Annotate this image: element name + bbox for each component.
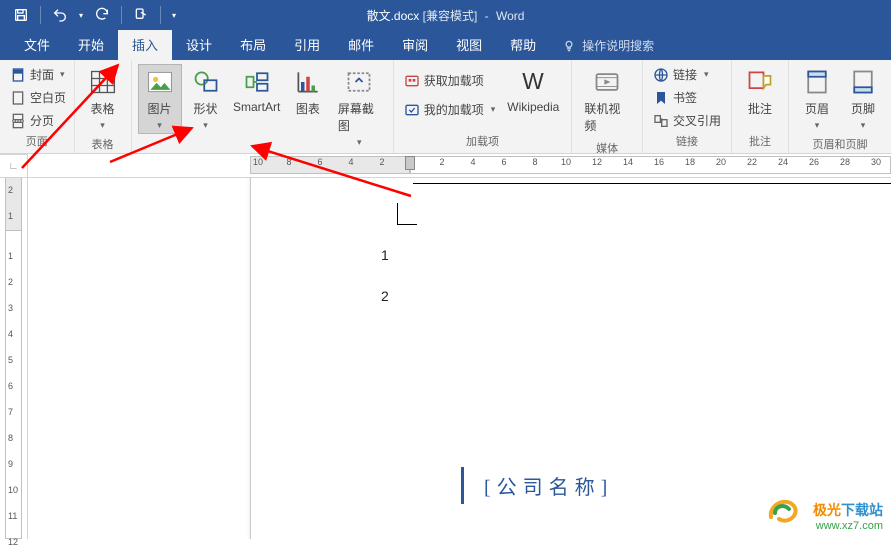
undo-dropdown[interactable]: ▾ <box>75 2 87 28</box>
get-addins-button[interactable]: 获取加载项 <box>400 70 500 91</box>
document-canvas[interactable]: 1 2 [公司名称] <box>28 178 891 539</box>
table-button[interactable]: 表格 ▾ <box>81 64 125 134</box>
group-label-comments: 批注 <box>738 131 782 151</box>
group-label-links: 链接 <box>649 131 725 151</box>
my-addins-button[interactable]: 我的加载项▾ <box>400 99 500 120</box>
wikipedia-button[interactable]: W Wikipedia <box>501 64 565 118</box>
doc-text-2: 2 <box>381 288 389 304</box>
vertical-ruler[interactable]: 21123456789101112 <box>0 178 28 539</box>
smartart-button[interactable]: SmartArt <box>230 64 284 118</box>
tab-references[interactable]: 引用 <box>280 29 334 60</box>
ruler-indent-marker[interactable] <box>405 156 415 170</box>
cover-page-button[interactable]: 封面▾ <box>6 64 70 85</box>
shapes-button[interactable]: 形状 ▾ <box>184 64 228 134</box>
page-break-button[interactable]: 分页 <box>6 110 70 131</box>
text-cursor <box>397 203 417 225</box>
cross-reference-button[interactable]: 交叉引用 <box>649 110 725 131</box>
tab-view[interactable]: 视图 <box>442 29 496 60</box>
page: 1 2 [公司名称] <box>250 178 891 539</box>
comment-button[interactable]: 批注 <box>738 64 782 121</box>
window-title: 散文.docx [兼容模式] - Word <box>367 7 525 24</box>
watermark: 极光下载站 www.xz7.com <box>813 501 883 533</box>
tab-layout[interactable]: 布局 <box>226 29 280 60</box>
link-button[interactable]: 链接▾ <box>649 64 725 85</box>
tab-mailings[interactable]: 邮件 <box>334 29 388 60</box>
svg-text:W: W <box>523 68 545 94</box>
chart-button[interactable]: 图表 <box>286 64 330 121</box>
footer-button[interactable]: 页脚 ▾ <box>841 64 885 134</box>
tab-home[interactable]: 开始 <box>64 29 118 60</box>
horizontal-ruler[interactable]: 10864224681012141618202224262830 <box>250 154 891 177</box>
save-button[interactable] <box>8 2 34 28</box>
tell-me-search[interactable]: 操作说明搜索 <box>550 31 666 60</box>
touch-mouse-mode-button[interactable] <box>128 2 154 28</box>
group-label-addins: 加载项 <box>400 131 566 151</box>
watermark-swirl-icon <box>767 495 801 525</box>
tab-file[interactable]: 文件 <box>10 29 64 60</box>
blank-page-button[interactable]: 空白页 <box>6 87 70 108</box>
tab-insert[interactable]: 插入 <box>118 29 172 60</box>
screenshot-button[interactable]: 屏幕截图 ▾ <box>332 64 387 151</box>
header-rule <box>413 183 891 184</box>
online-video-button[interactable]: 联机视频 <box>578 64 636 138</box>
group-label-headerfooter: 页眉和页脚 <box>795 134 885 154</box>
header-button[interactable]: 页眉 ▾ <box>795 64 839 134</box>
tab-review[interactable]: 审阅 <box>388 29 442 60</box>
pictures-button[interactable]: 图片 ▾ <box>138 64 182 134</box>
tab-design[interactable]: 设计 <box>172 29 226 60</box>
company-placeholder[interactable]: [公司名称] <box>461 467 633 504</box>
redo-button[interactable] <box>89 2 115 28</box>
group-label-tables: 表格 <box>81 134 125 154</box>
undo-button[interactable] <box>47 2 73 28</box>
doc-text-1: 1 <box>381 247 389 263</box>
customize-qat-button[interactable]: ▾ <box>167 2 181 28</box>
bookmark-button[interactable]: 书签 <box>649 87 725 108</box>
group-label-pages: 页面 <box>6 131 68 151</box>
tab-help[interactable]: 帮助 <box>496 29 550 60</box>
tab-selector[interactable]: ∟ <box>0 154 28 177</box>
